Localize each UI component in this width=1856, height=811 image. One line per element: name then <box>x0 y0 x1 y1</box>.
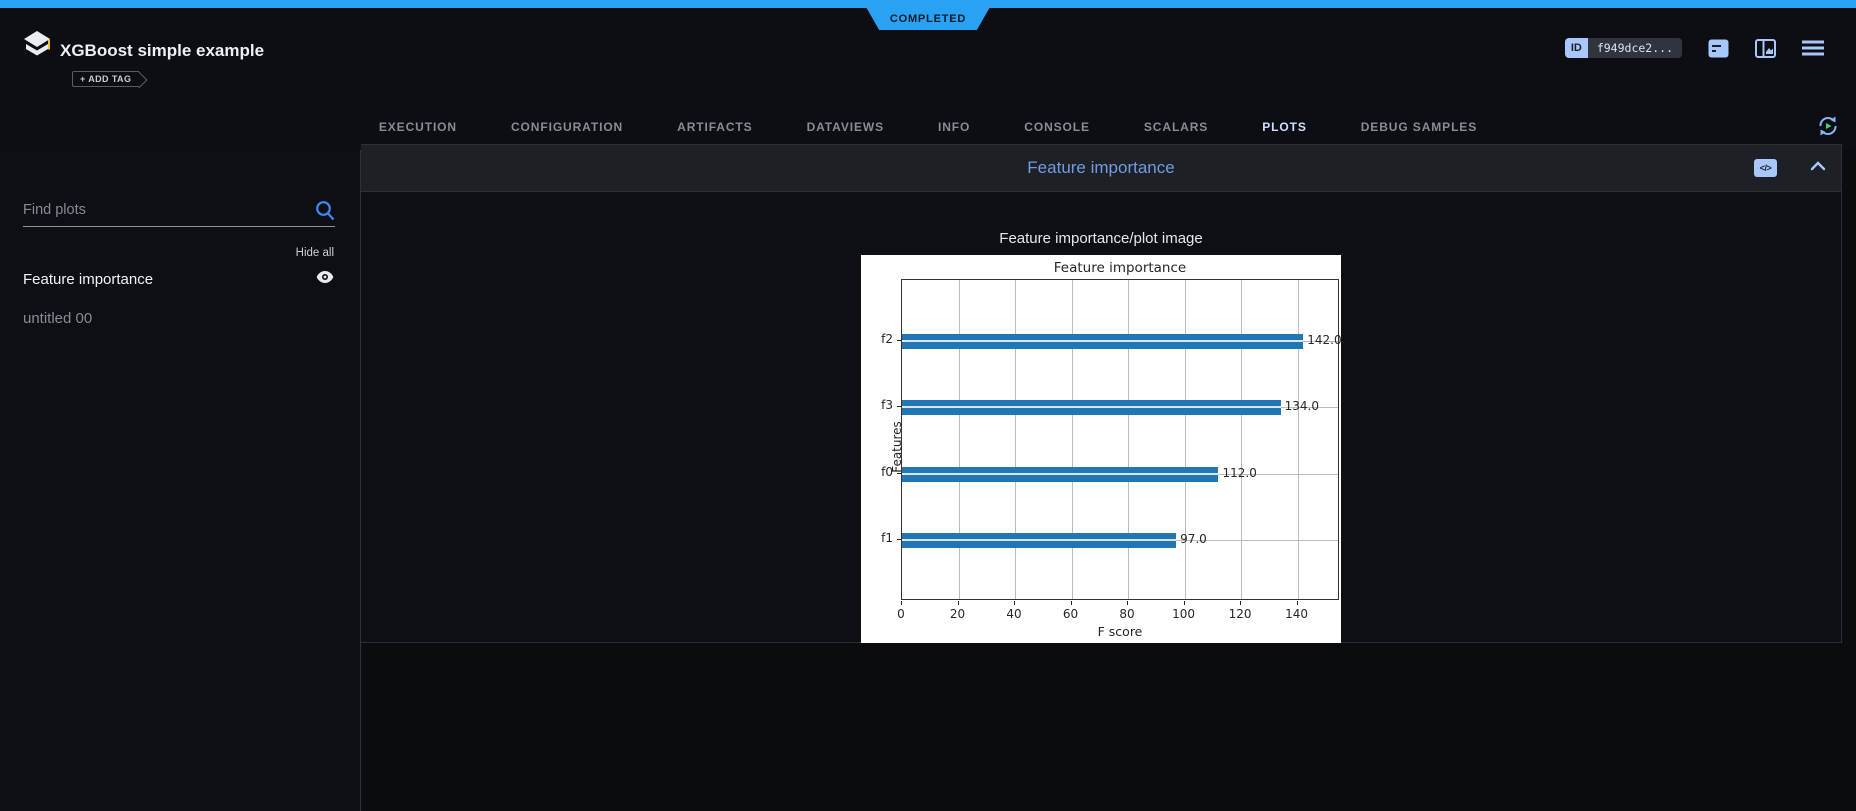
visibility-eye-icon[interactable] <box>316 270 334 289</box>
plot-item-label: Feature importance <box>23 271 153 288</box>
plot-card-body: Feature importance/plot image Feature im… <box>361 192 1842 643</box>
chart-bar <box>902 400 1281 415</box>
experiment-logo-icon <box>22 30 52 62</box>
x-tick-mark <box>1297 601 1298 605</box>
x-tick-mark <box>1184 601 1185 605</box>
status-label: COMPLETED <box>890 13 966 25</box>
chart-gridline-vertical <box>1015 280 1016 599</box>
chart-gridline-vertical <box>1241 280 1242 599</box>
experiment-title: XGBoost simple example <box>60 41 264 61</box>
x-tick-label: 40 <box>1006 607 1021 621</box>
plot-item-label: untitled 00 <box>23 310 92 327</box>
x-tick-mark <box>901 601 902 605</box>
embed-code-icon[interactable]: </> <box>1754 159 1777 177</box>
find-plots-input[interactable] <box>23 198 335 227</box>
menu-icon[interactable] <box>1802 40 1824 56</box>
add-tag-label: + ADD TAG <box>80 74 131 84</box>
x-tick-mark <box>958 601 959 605</box>
tab-label: SCALARS <box>1144 120 1208 134</box>
x-axis-label: F score <box>1098 624 1143 639</box>
x-tick-label: 120 <box>1229 607 1252 621</box>
find-plots-field <box>23 198 335 227</box>
figure-plot-area: 142.0 134.0 112.0 97.0 <box>901 279 1339 600</box>
x-tick-label: 0 <box>897 607 905 621</box>
y-tick-mark <box>897 406 901 407</box>
plot-image-title: Feature importance/plot image <box>361 230 1841 247</box>
tab-label: INFO <box>938 120 970 134</box>
chart-bar <box>902 334 1303 349</box>
x-tick-label: 20 <box>950 607 965 621</box>
y-axis-label: Features <box>890 421 904 473</box>
tab-label: CONFIGURATION <box>511 120 623 134</box>
tab-label: PLOTS <box>1262 120 1307 134</box>
y-tick-label: f0 <box>863 465 893 479</box>
y-tick-mark <box>897 473 901 474</box>
x-tick-mark <box>1071 601 1072 605</box>
y-tick-label: f1 <box>863 531 893 545</box>
side-panel-icon[interactable] <box>1755 39 1776 58</box>
chart-gridline-vertical <box>1185 280 1186 599</box>
bar-value-label: 142.0 <box>1307 333 1341 347</box>
tab-label: DEBUG SAMPLES <box>1361 120 1477 134</box>
chart-gridline-vertical <box>1072 280 1073 599</box>
collapse-chevron-up-icon[interactable] <box>1809 159 1827 177</box>
figure-title: Feature importance <box>901 260 1339 276</box>
feature-importance-figure: Feature importance 142.0 134.0 112.0 97.0 0… <box>861 255 1341 643</box>
bar-value-label: 97.0 <box>1180 532 1207 546</box>
feature-importance-card: Feature importance </> Feature importanc… <box>361 144 1842 644</box>
bar-value-label: 112.0 <box>1222 466 1256 480</box>
y-tick-mark <box>897 340 901 341</box>
chart-bar <box>902 533 1176 548</box>
chart-gridline-vertical <box>959 280 960 599</box>
y-tick-mark <box>897 539 901 540</box>
tab-label: ARTIFACTS <box>677 120 752 134</box>
chart-gridline-vertical <box>1298 280 1299 599</box>
comment-icon[interactable] <box>1708 39 1729 58</box>
plot-card-title: Feature importance <box>1027 158 1174 178</box>
sidebar-item-feature-importance[interactable]: Feature importance <box>23 270 334 289</box>
tab-label: DATAVIEWS <box>807 120 884 134</box>
sidebar-item-untitled-00[interactable]: untitled 00 <box>23 310 334 327</box>
tab-label: CONSOLE <box>1024 120 1090 134</box>
x-tick-label: 60 <box>1063 607 1078 621</box>
x-tick-label: 80 <box>1119 607 1134 621</box>
plot-card-header-icons: </> <box>1754 145 1827 191</box>
bar-value-label: 134.0 <box>1285 399 1319 413</box>
x-tick-mark <box>1014 601 1015 605</box>
auto-refresh-icon[interactable] <box>1816 114 1840 143</box>
plots-sidebar: Hide all Feature importance untitled 00 <box>0 150 361 811</box>
status-ribbon: COMPLETED <box>862 0 994 30</box>
hide-all-link[interactable]: Hide all <box>296 247 334 259</box>
header-right-cluster: ID f949dce2... <box>1565 38 1824 58</box>
x-tick-mark <box>1240 601 1241 605</box>
y-tick-label: f2 <box>863 332 893 346</box>
plot-card-header: Feature importance </> <box>361 144 1842 192</box>
tab-label: EXECUTION <box>379 120 457 134</box>
id-value: f949dce2... <box>1588 38 1682 58</box>
chart-gridline-vertical <box>1128 280 1129 599</box>
x-tick-mark <box>1127 601 1128 605</box>
y-tick-label: f3 <box>863 398 893 412</box>
x-tick-label: 140 <box>1285 607 1308 621</box>
chart-bar <box>902 467 1218 482</box>
x-tick-label: 100 <box>1172 607 1195 621</box>
search-icon[interactable] <box>315 200 335 226</box>
experiment-id-chip[interactable]: ID f949dce2... <box>1565 38 1682 58</box>
add-tag-button[interactable]: + ADD TAG <box>72 71 139 87</box>
id-badge: ID <box>1565 38 1588 58</box>
